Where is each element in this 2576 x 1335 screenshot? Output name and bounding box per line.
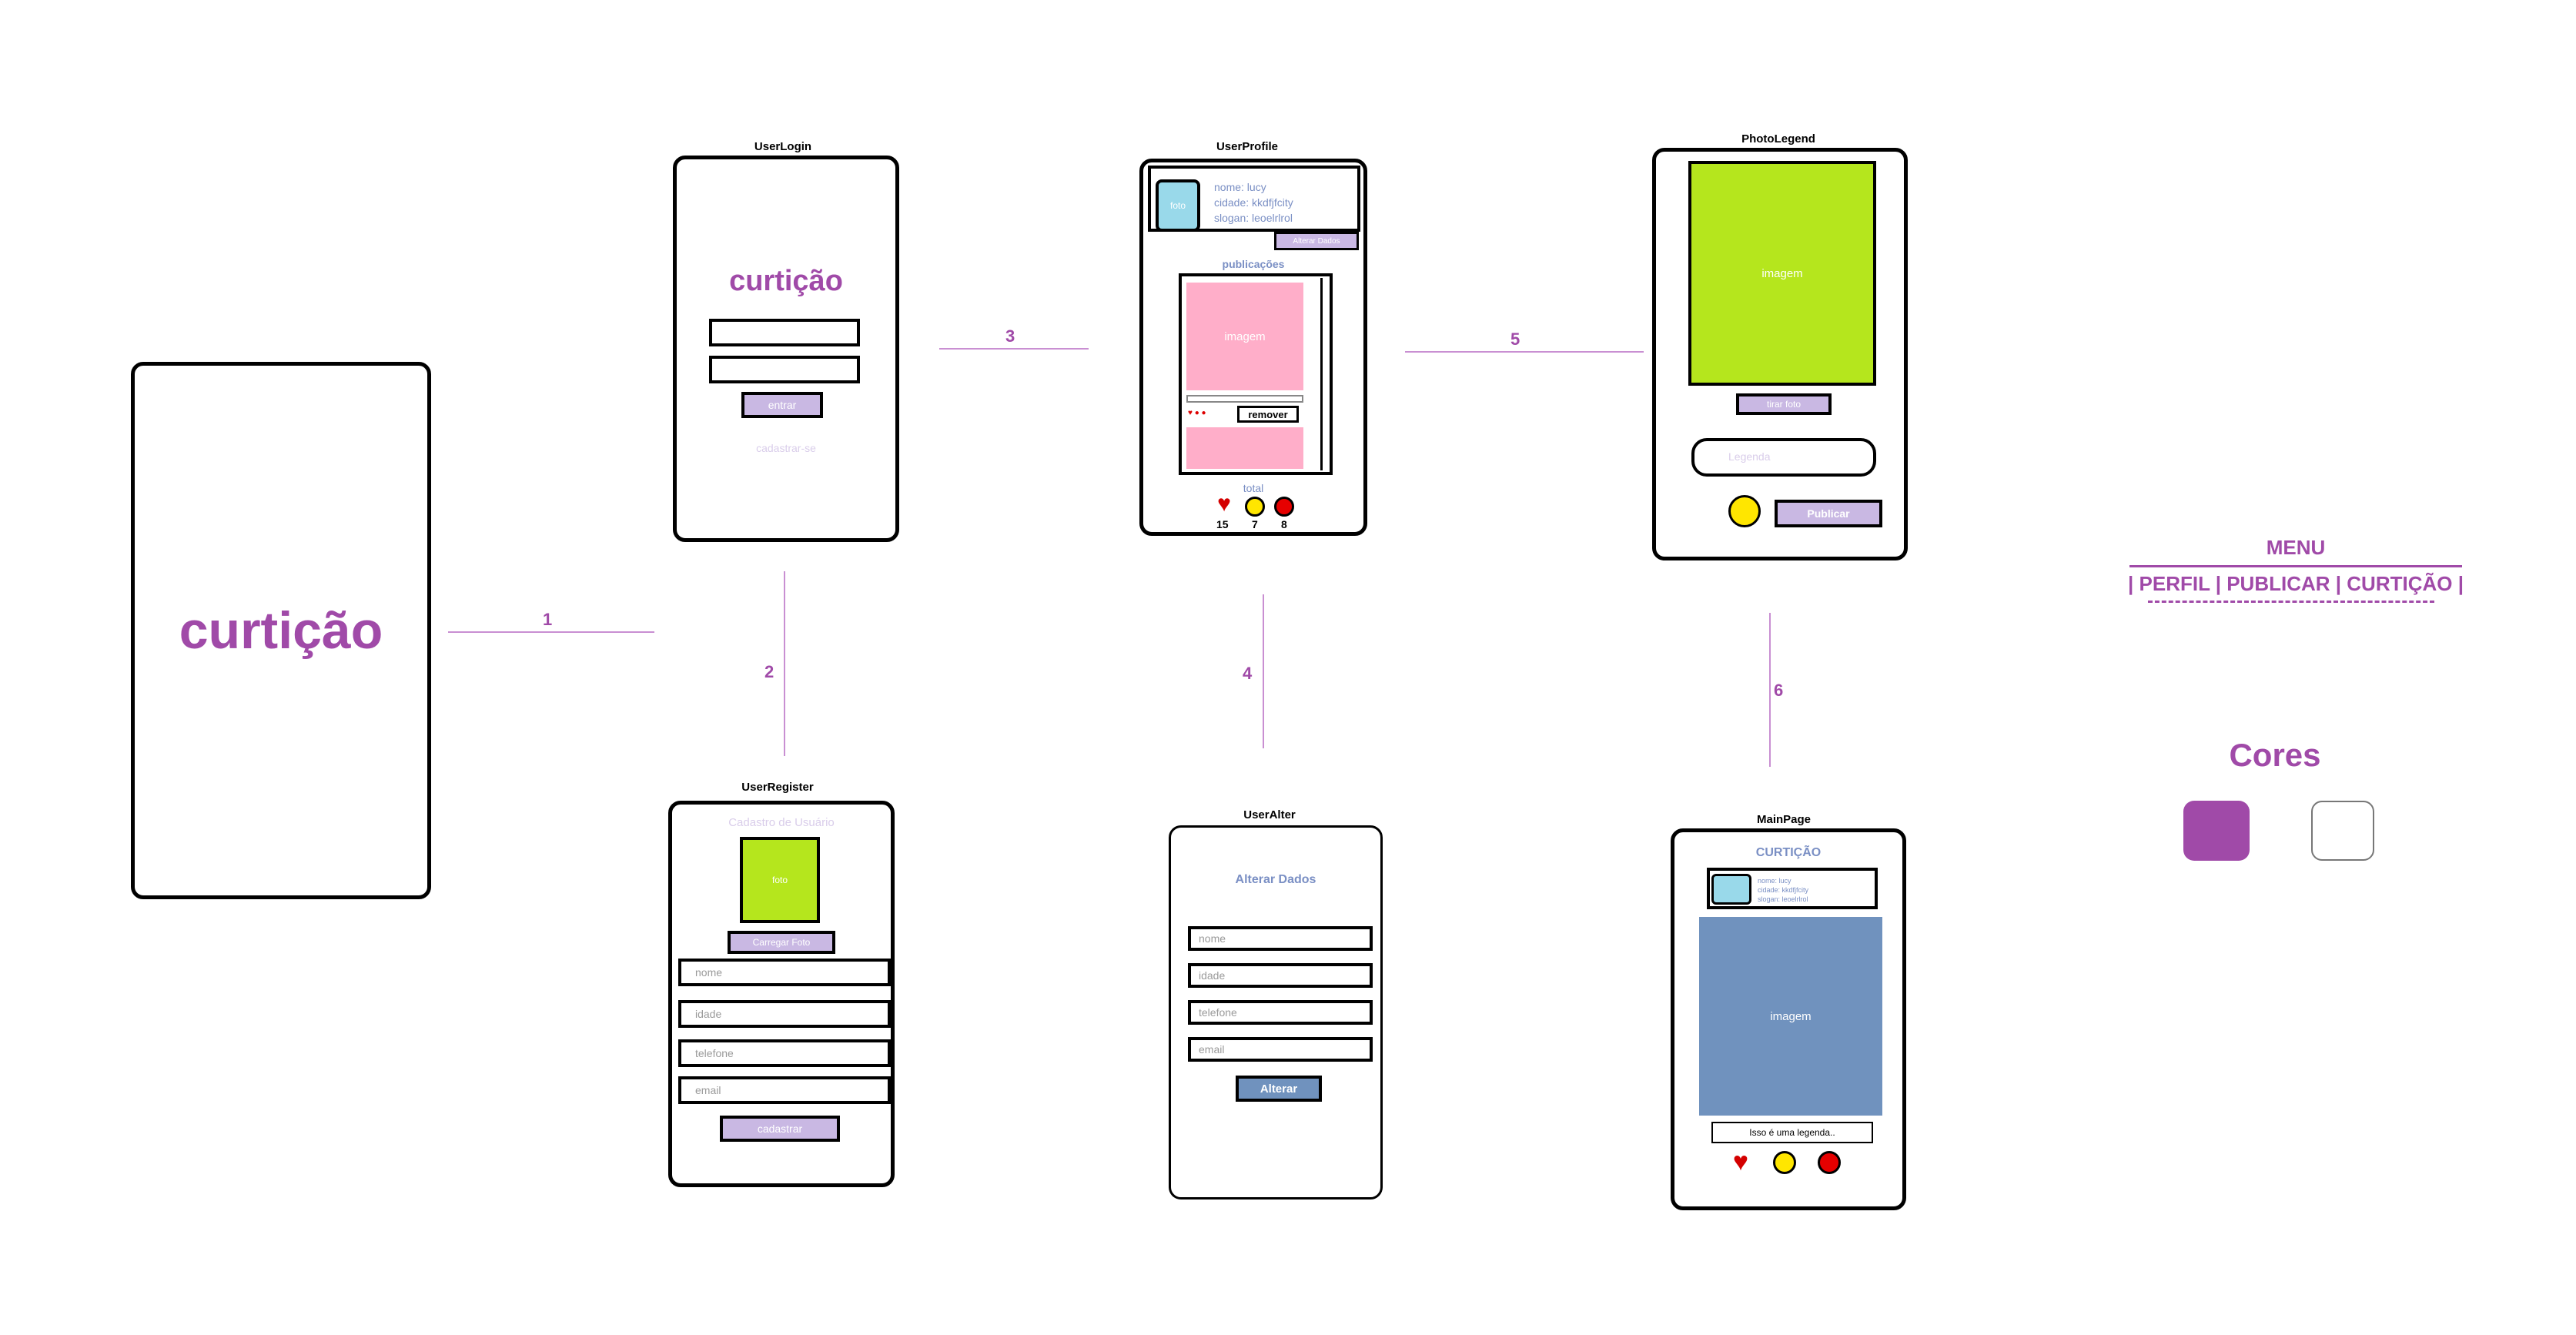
profile-posts-label: publicações xyxy=(1222,258,1285,270)
connector-3-label: 3 xyxy=(1005,326,1015,346)
photolegend-screen: imagem tirar foto Legenda Publicar xyxy=(1652,148,1908,560)
connector-1 xyxy=(448,631,654,633)
profile-post-caption xyxy=(1186,395,1303,403)
menu-top-line xyxy=(2129,565,2462,567)
splash-logo: curtição xyxy=(179,601,383,660)
useralter-title: UserAlter xyxy=(1243,808,1296,821)
menu-title: MENU xyxy=(2266,535,2326,559)
alter-submit-button[interactable]: Alterar xyxy=(1236,1076,1322,1102)
login-register-link[interactable]: cadastrar-se xyxy=(677,438,895,458)
connector-6 xyxy=(1769,613,1771,767)
photolegend-title: PhotoLegend xyxy=(1741,132,1815,146)
main-user-name: nome: lucy xyxy=(1758,877,1791,885)
legend-emoji-button[interactable] xyxy=(1728,495,1761,527)
login-enter-button[interactable]: entrar xyxy=(741,392,823,418)
alter-heading: Alterar Dados xyxy=(1235,873,1316,886)
userprofile-title: UserProfile xyxy=(1216,140,1279,153)
useralter-screen: Alterar Dados nome idade telefone email … xyxy=(1169,825,1383,1199)
alter-age-input[interactable]: idade xyxy=(1188,963,1373,988)
legend-publish-button[interactable]: Publicar xyxy=(1775,500,1882,527)
connector-6-label: 6 xyxy=(1774,681,1784,700)
legend-take-photo-button[interactable]: tirar foto xyxy=(1736,393,1832,415)
main-user-city: cidade: kkdfjfcity xyxy=(1758,886,1809,894)
colors-title: Cores xyxy=(2229,737,2321,773)
register-email-input[interactable]: email xyxy=(678,1076,891,1104)
main-yellow-reaction-icon[interactable] xyxy=(1773,1151,1796,1174)
profile-name: nome: lucy xyxy=(1214,181,1266,193)
connector-5 xyxy=(1405,351,1644,353)
userlogin-title: UserLogin xyxy=(754,140,812,153)
main-heading: CURTIÇÃO xyxy=(1755,846,1822,859)
userregister-screen: Cadastro de Usuário foto Carregar Foto n… xyxy=(668,801,895,1187)
alter-phone-input[interactable]: telefone xyxy=(1188,1000,1373,1025)
connector-2-label: 2 xyxy=(764,662,774,681)
profile-city: cidade: kkdfjfcity xyxy=(1214,196,1293,209)
legend-caption-input[interactable]: Legenda xyxy=(1691,438,1876,477)
profile-total-label: total xyxy=(1243,482,1264,494)
splash-screen: curtição xyxy=(131,362,431,899)
color-swatch-secondary xyxy=(2311,801,2374,861)
main-user-photo xyxy=(1711,874,1751,905)
profile-scrollbar[interactable] xyxy=(1320,278,1330,470)
menu-bottom-line xyxy=(2148,601,2434,603)
profile-red-dot-icon xyxy=(1274,497,1294,517)
login-password-input[interactable] xyxy=(709,356,860,383)
menu-items[interactable]: | PERFIL | PUBLICAR | CURTIÇÃO | xyxy=(2122,570,2470,597)
register-submit-button[interactable]: cadastrar xyxy=(720,1116,840,1142)
profile-heart-icon: ♥ xyxy=(1217,491,1231,517)
alter-email-input[interactable]: email xyxy=(1188,1037,1373,1062)
profile-edit-button[interactable]: Alterar Dados xyxy=(1274,232,1359,250)
connector-4 xyxy=(1263,594,1264,748)
register-upload-button[interactable]: Carregar Foto xyxy=(728,931,835,954)
main-caption: Isso é uma legenda.. xyxy=(1711,1122,1873,1143)
connector-2 xyxy=(784,571,785,756)
connector-1-label: 1 xyxy=(543,610,553,629)
mainpage-title: MainPage xyxy=(1756,813,1812,826)
profile-heart-count: 15 xyxy=(1216,518,1229,530)
connector-3 xyxy=(939,348,1089,350)
register-heading: Cadastro de Usuário xyxy=(728,815,835,829)
register-photo: foto xyxy=(740,837,820,923)
alter-name-input[interactable]: nome xyxy=(1188,926,1373,951)
userprofile-screen: foto nome: lucy cidade: kkdfjfcity sloga… xyxy=(1139,159,1367,536)
main-post-image: imagem xyxy=(1699,917,1882,1116)
login-username-input[interactable] xyxy=(709,319,860,346)
main-user-slogan: slogan: leoelrlrol xyxy=(1758,895,1808,903)
register-phone-input[interactable]: telefone xyxy=(678,1039,891,1067)
register-name-input[interactable]: nome xyxy=(678,959,891,986)
profile-slogan: slogan: leoelrlrol xyxy=(1214,212,1293,224)
profile-yellow-count: 7 xyxy=(1252,518,1258,530)
userlogin-screen: curtição entrar cadastrar-se xyxy=(673,156,899,542)
connector-5-label: 5 xyxy=(1510,330,1521,349)
main-heart-icon[interactable]: ♥ xyxy=(1725,1147,1756,1176)
profile-yellow-dot-icon xyxy=(1245,497,1265,517)
connector-4-label: 4 xyxy=(1243,664,1253,683)
login-logo: curtição xyxy=(729,264,843,297)
profile-red-count: 8 xyxy=(1281,518,1287,530)
profile-post-image-2 xyxy=(1186,427,1303,469)
legend-image-preview: imagem xyxy=(1688,161,1876,386)
color-swatch-primary xyxy=(2183,801,2250,861)
profile-remove-button[interactable]: remover xyxy=(1237,406,1299,423)
main-red-reaction-icon[interactable] xyxy=(1818,1151,1841,1174)
register-age-input[interactable]: idade xyxy=(678,1000,891,1028)
mainpage-screen: CURTIÇÃO nome: lucy cidade: kkdfjfcity s… xyxy=(1671,828,1906,1210)
profile-post-image: imagem xyxy=(1186,283,1303,390)
profile-post-reactions: ♥ ● ● xyxy=(1188,409,1206,417)
profile-photo: foto xyxy=(1156,179,1200,232)
userregister-title: UserRegister xyxy=(741,781,814,794)
